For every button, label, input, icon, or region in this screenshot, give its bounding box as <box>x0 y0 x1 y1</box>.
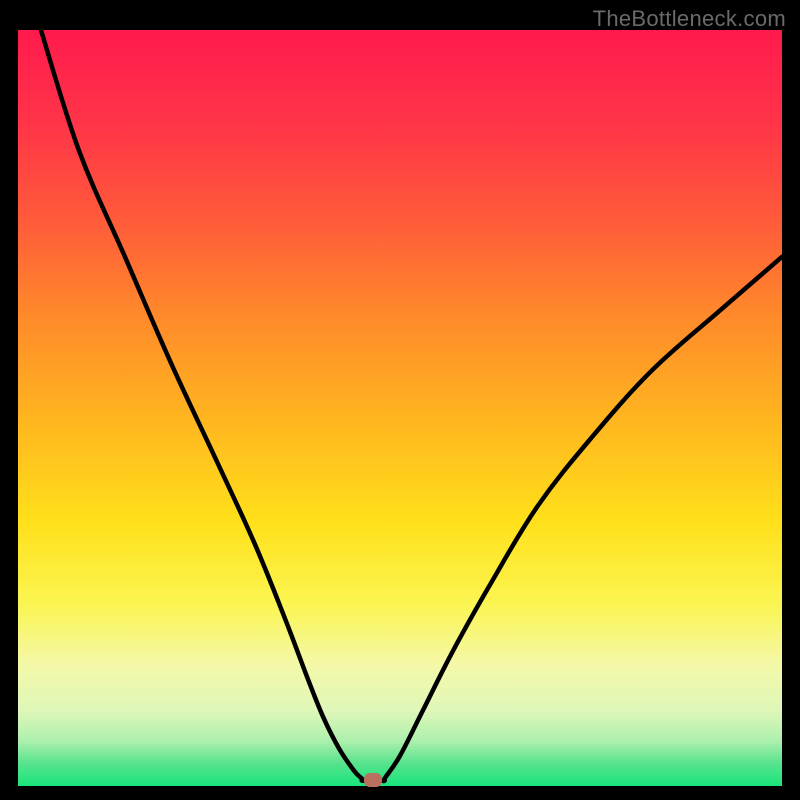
bottleneck-curve <box>18 30 782 786</box>
curve-path <box>41 30 782 781</box>
plot-area <box>18 30 782 786</box>
chart-frame: TheBottleneck.com <box>0 0 800 800</box>
watermark-text: TheBottleneck.com <box>593 6 786 32</box>
optimum-marker <box>364 773 382 787</box>
